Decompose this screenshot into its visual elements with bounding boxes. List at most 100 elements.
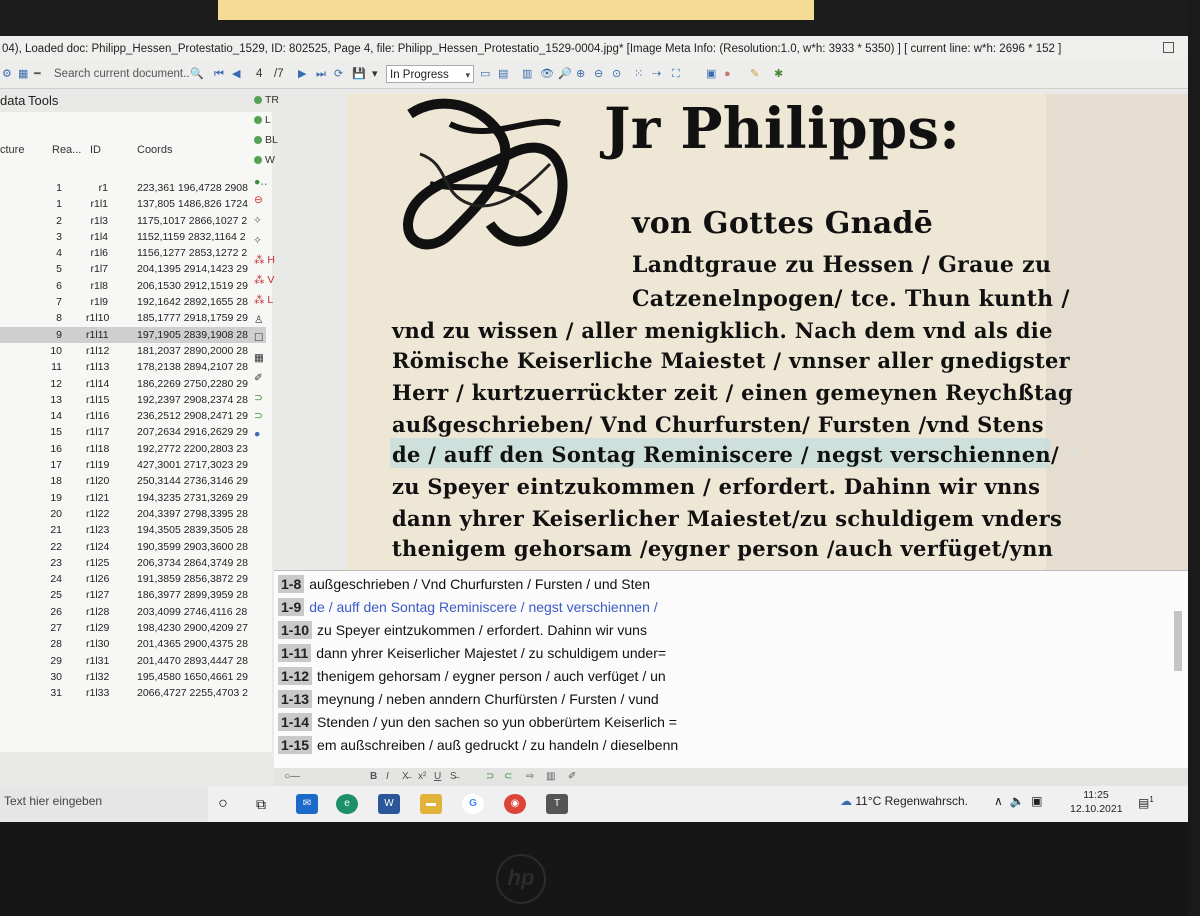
tag-icon[interactable]: ○— — [284, 771, 300, 782]
transcription-line[interactable]: 1-8 außgeschrieben / Vnd Churfursten / Fu… — [278, 575, 650, 597]
pen-icon[interactable]: ✐ — [254, 372, 263, 384]
remove-point-icon[interactable]: ⟡ — [254, 234, 261, 247]
table-row[interactable]: 25 r1l27 186,3977 2899,3959 28 — [0, 587, 266, 603]
underline-button[interactable]: U — [434, 771, 441, 782]
table-row[interactable]: 21 r1l23 194,3505 2839,3505 28 — [0, 522, 266, 538]
status-select[interactable]: In Progress ▾ — [386, 65, 474, 83]
table-row[interactable]: 3 r1l4 1152,1159 2832,1164 2 — [0, 229, 266, 245]
menu-data[interactable]: data — [0, 93, 25, 108]
view-icon[interactable]: ▥ — [522, 65, 532, 83]
table-row[interactable]: 28 r1l30 201,4365 2900,4375 28 — [0, 636, 266, 652]
help-icon[interactable]: ● — [254, 428, 260, 440]
table-row[interactable]: 23 r1l25 206,3734 2864,3749 28 — [0, 555, 266, 571]
table-row[interactable]: 30 r1l32 195,4580 1650,4661 29 — [0, 669, 266, 685]
transcription-editor[interactable]: 1-8 außgeschrieben / Vnd Churfursten / Fu… — [274, 570, 1188, 771]
bold-button[interactable]: B — [370, 771, 377, 782]
plugin-icon[interactable]: ✱ — [774, 65, 783, 83]
page-current[interactable]: 4 — [256, 65, 262, 83]
table-icon[interactable]: ▦ — [254, 352, 264, 364]
strike-button[interactable]: X̶ — [402, 771, 409, 782]
copy-icon[interactable]: ▭ — [480, 65, 490, 83]
network-icon[interactable]: ▣ — [1031, 794, 1042, 808]
table-row[interactable]: 27 r1l29 198,4230 2900,4209 27 — [0, 620, 266, 636]
reload-icon[interactable]: ⟳ — [334, 65, 343, 83]
taskbar-search[interactable]: Text hier eingeben — [0, 786, 208, 822]
last-page-icon[interactable]: ⏭ — [316, 65, 326, 83]
tool-bl[interactable]: BL — [254, 134, 278, 146]
grid-icon[interactable]: ⁙ — [634, 65, 643, 83]
add-shape-icon[interactable]: ●‥ — [254, 176, 267, 188]
menu-tools[interactable]: Tools — [28, 93, 58, 108]
table-row[interactable]: 26 r1l28 203,4099 2746,4116 28 — [0, 604, 266, 620]
add-point-icon[interactable]: ⟡ — [254, 214, 261, 227]
transcription-line[interactable]: 1-12 thenigem gehorsam / eygner person / … — [278, 667, 666, 689]
table-row[interactable]: 24 r1l26 191,3859 2856,3872 29 — [0, 571, 266, 587]
maximize-button[interactable] — [1163, 42, 1174, 53]
tag-edit-icon[interactable]: ✐ — [568, 771, 576, 782]
transcription-line[interactable]: 1-14 Stenden / yun den sachen so yun obbe… — [278, 713, 677, 735]
person-icon[interactable]: ♙ — [254, 314, 263, 326]
zoom-icon[interactable]: 🔎 — [558, 65, 572, 83]
col-coords[interactable]: Coords — [137, 144, 172, 156]
table-row[interactable]: 8 r1l10 185,1777 2918,1759 29 — [0, 310, 266, 326]
eye-icon[interactable]: 👁 — [540, 65, 554, 83]
notification-icon[interactable]: ▤1 — [1138, 795, 1156, 811]
transkribus-icon[interactable]: T — [546, 794, 568, 814]
tool-w[interactable]: W — [254, 154, 275, 166]
table-row[interactable]: 5 r1l7 204,1395 2914,1423 29 — [0, 261, 266, 277]
table-row[interactable]: 1 r1 223,361 196,4728 2908 — [0, 180, 266, 196]
save-dropdown-icon[interactable]: ▾ — [372, 65, 378, 83]
undo-text-icon[interactable]: ⊃ — [486, 771, 494, 782]
italic-button[interactable]: I — [386, 771, 389, 782]
col-id[interactable]: ID — [90, 144, 101, 156]
weather[interactable]: ☁ 11°C Regenwahrsch. — [840, 794, 968, 808]
table-row[interactable]: 7 r1l9 192,1642 2892,1655 28 — [0, 294, 266, 310]
next-page-icon[interactable]: ▶ — [298, 65, 306, 83]
table-row[interactable]: 9 r1l11 197,1905 2839,1908 28 — [0, 326, 266, 343]
system-tray[interactable]: ∧ 🔈 ▣ — [994, 794, 1042, 808]
prev-page-icon[interactable]: ◀ — [232, 65, 240, 83]
col-reading-order[interactable]: Rea... — [52, 144, 81, 156]
strikethrough-button[interactable]: S̶ — [450, 771, 457, 782]
redo-icon[interactable]: ⊃ — [254, 410, 263, 422]
table-row[interactable]: 6 r1l8 206,1530 2912,1519 29 — [0, 278, 266, 294]
table-row[interactable]: 16 r1l18 192,2772 2200,2803 23 — [0, 441, 266, 457]
transcription-line[interactable]: 1-9 de / auff den Sontag Reminiscere / ne… — [278, 598, 658, 620]
search-input[interactable] — [54, 66, 190, 82]
chevron-up-icon[interactable]: ∧ — [994, 794, 1003, 808]
zoom-out-icon[interactable]: ⊖ — [594, 65, 603, 83]
transcription-line[interactable]: 1-13 meynung / neben anndern Churfürsten … — [278, 690, 659, 712]
table-row[interactable]: 29 r1l31 201,4470 2893,4447 28 — [0, 653, 266, 669]
table-row[interactable]: 22 r1l24 190,3599 2903,3600 28 — [0, 539, 266, 555]
split-h-button[interactable]: ⁂ H — [254, 254, 275, 266]
table-row[interactable]: 11 r1l13 178,2138 2894,2107 28 — [0, 359, 266, 375]
table-row[interactable]: 14 r1l16 236,2512 2908,2471 29 — [0, 408, 266, 424]
save-icon[interactable]: 💾 — [352, 65, 366, 83]
start-icon[interactable]: ○ — [212, 794, 234, 814]
minus-icon[interactable]: ━ — [34, 65, 41, 83]
zoom-fit-icon[interactable]: ⊙ — [612, 65, 621, 83]
mail-icon[interactable]: ✉ — [296, 794, 318, 814]
table-row[interactable]: 2 r1l3 1175,1017 2866,1027 2 — [0, 213, 266, 229]
word-icon[interactable]: W — [378, 794, 400, 814]
checkbox-icon[interactable]: ☐ — [254, 332, 263, 344]
split-v-button[interactable]: ⁂ V — [254, 274, 274, 286]
redo-text-icon[interactable]: ⊂ — [504, 771, 512, 782]
tool-tr[interactable]: TR — [254, 94, 279, 106]
superscript-button[interactable]: x² — [418, 771, 426, 782]
arrow-icon[interactable]: ⇢ — [652, 65, 661, 83]
chrome-icon[interactable]: ◉ — [504, 794, 526, 814]
remove-shape-icon[interactable]: ⊖ — [254, 194, 263, 206]
table-row[interactable]: 17 r1l19 427,3001 2717,3023 29 — [0, 457, 266, 473]
search-icon[interactable]: 🔍 — [190, 65, 204, 83]
transcription-line[interactable]: 1-10 zu Speyer eintzukommen / erfordert. … — [278, 621, 647, 643]
expand-icon[interactable]: ⛶ — [672, 65, 680, 83]
image-canvas[interactable]: Jr Philipps: von Gottes Gnadē Landtgraue… — [346, 94, 1188, 574]
color-icon[interactable]: ● — [724, 65, 731, 83]
paste-icon[interactable]: ▤ — [498, 65, 508, 83]
table-row[interactable]: 10 r1l12 181,2037 2890,2000 28 — [0, 343, 266, 359]
undo-icon[interactable]: ⊃ — [254, 392, 263, 404]
zoom-in-icon[interactable]: ⊕ — [576, 65, 585, 83]
table-row[interactable]: 18 r1l20 250,3144 2736,3146 29 — [0, 473, 266, 489]
volume-icon[interactable]: 🔈 — [1009, 794, 1024, 808]
